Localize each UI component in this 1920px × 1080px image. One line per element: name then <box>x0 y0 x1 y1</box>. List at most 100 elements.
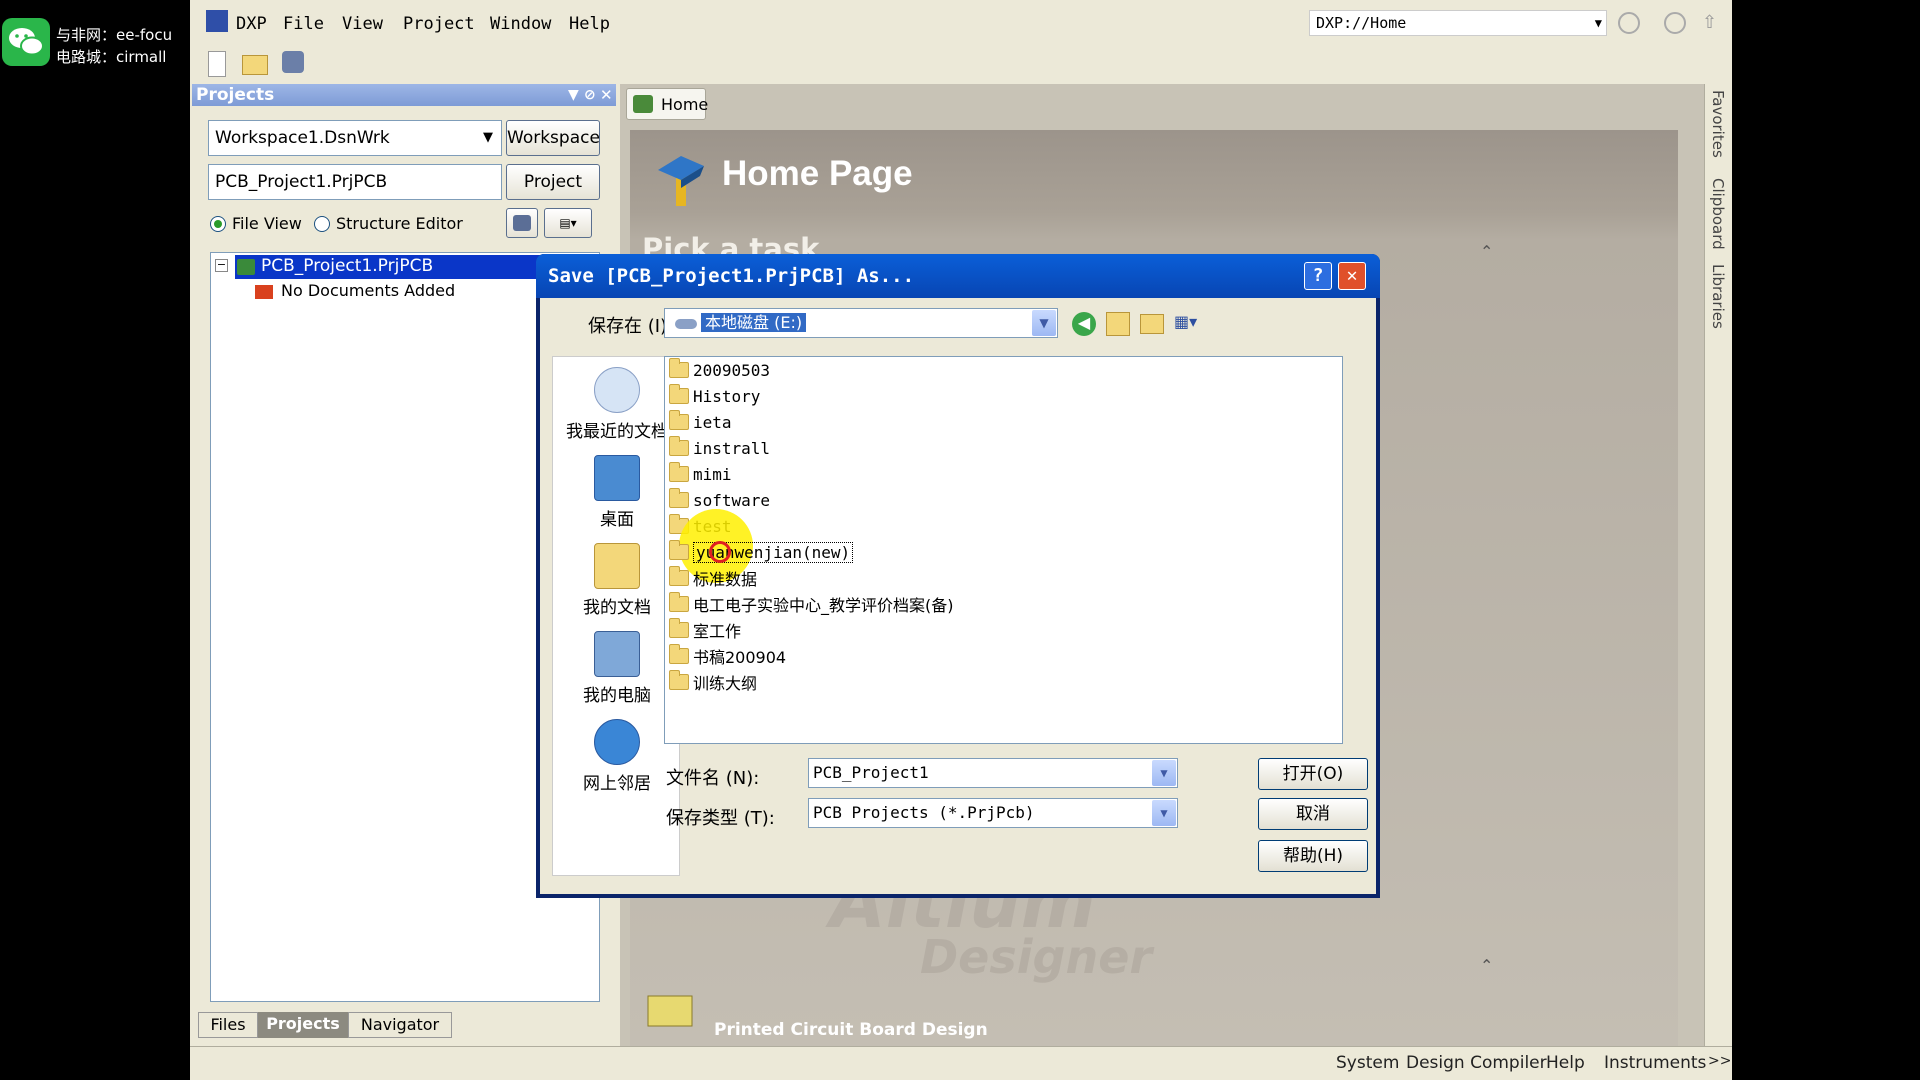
up-folder-icon[interactable] <box>1106 312 1130 336</box>
place-mydocs-label: 我的文档 <box>583 598 651 618</box>
panel-menu-icon[interactable]: ▼ <box>568 84 579 106</box>
my-documents-icon <box>594 543 640 589</box>
list-item[interactable]: 标准数据 <box>669 565 757 591</box>
folder-icon <box>669 540 689 560</box>
structure-editor-radio[interactable] <box>314 216 330 232</box>
tab-navigator[interactable]: Navigator <box>348 1012 452 1038</box>
project-button[interactable]: Project <box>506 164 600 200</box>
pcb-project-icon <box>237 259 255 275</box>
tab-projects[interactable]: Projects <box>258 1012 348 1038</box>
watermark-line1: 与非网：ee-focu <box>56 26 173 44</box>
desktop-icon <box>594 455 640 501</box>
open-button[interactable]: 打开(O) <box>1258 758 1368 790</box>
list-item[interactable]: 20090503 <box>669 357 770 383</box>
cancel-button[interactable]: 取消 <box>1258 798 1368 830</box>
folder-label: instrall <box>693 438 771 458</box>
filename-value: PCB_Project1 <box>813 763 929 782</box>
status-help[interactable]: Help <box>1546 1053 1585 1077</box>
list-item[interactable]: 电工电子实验中心_教学评价档案(备) <box>669 591 954 617</box>
view-menu-icon[interactable]: ▦▾ <box>1174 312 1210 336</box>
structure-editor-label: Structure Editor <box>336 214 463 233</box>
folder-icon <box>669 488 689 508</box>
workspace-select[interactable]: Workspace1.DsnWrk ▼ <box>208 120 502 156</box>
project-field[interactable]: PCB_Project1.PrjPCB <box>208 164 502 200</box>
list-item[interactable]: 训练大纲 <box>669 669 757 695</box>
tab-favorites[interactable]: Favorites <box>1709 90 1727 158</box>
file-view-radio[interactable] <box>210 216 226 232</box>
list-item[interactable]: History <box>669 383 760 409</box>
tree-child-label: No Documents Added <box>281 281 456 300</box>
back-icon[interactable] <box>1618 12 1640 34</box>
folder-icon <box>255 285 273 299</box>
open-folder-icon[interactable] <box>242 55 268 75</box>
back-icon[interactable]: ◀ <box>1072 312 1096 336</box>
collapse-up-icon-2[interactable]: ⌃ <box>1480 956 1493 975</box>
help-button[interactable]: 帮助(H) <box>1258 840 1368 872</box>
collapse-icon[interactable]: − <box>215 259 228 272</box>
filetype-select[interactable]: PCB Projects (*.PrjPcb) ▼ <box>808 798 1178 828</box>
footer-task-label[interactable]: Printed Circuit Board Design <box>714 1020 988 1040</box>
folder-icon <box>669 592 689 612</box>
panel-tool-button-1[interactable] <box>506 208 538 238</box>
collapse-up-icon[interactable]: ⌃ <box>1480 242 1493 261</box>
help-icon[interactable]: ? <box>1304 262 1332 290</box>
list-item[interactable]: instrall <box>669 435 770 461</box>
tab-clipboard[interactable]: Clipboard <box>1709 178 1727 250</box>
status-instruments[interactable]: Instruments <box>1604 1053 1706 1077</box>
home-icon <box>633 95 653 113</box>
folder-icon <box>669 670 689 690</box>
list-item[interactable]: 书稿200904 <box>669 643 786 669</box>
tab-files[interactable]: Files <box>198 1012 258 1038</box>
forward-icon[interactable] <box>1664 12 1686 34</box>
dialog-title: Save [PCB_Project1.PrjPCB] As... <box>548 265 915 287</box>
projects-panel-header: Projects ▼ ⊘ ✕ <box>192 84 616 106</box>
new-folder-icon[interactable] <box>1140 314 1164 334</box>
places-bar: 我最近的文档 桌面 我的文档 我的电脑 网上邻居 <box>552 356 680 876</box>
list-item[interactable]: yuanwenjian(new) <box>669 539 854 565</box>
status-more[interactable]: >> <box>1708 1053 1731 1077</box>
workspace-button[interactable]: Workspace <box>506 120 600 156</box>
status-design-compiler[interactable]: Design Compiler <box>1406 1053 1547 1077</box>
place-my-computer[interactable]: 我的电脑 <box>553 631 681 706</box>
folder-icon <box>669 618 689 638</box>
chevron-down-icon: ▼ <box>483 130 493 145</box>
menu-project[interactable]: Project <box>403 14 475 34</box>
pin-icon[interactable]: ⊘ <box>584 84 596 106</box>
home-page-title: Home Page <box>722 154 913 193</box>
save-in-select[interactable]: 本地磁盘 (E:) ▼ <box>664 308 1058 338</box>
chip-icon[interactable] <box>282 51 304 73</box>
filename-input[interactable]: PCB_Project1 ▼ <box>808 758 1178 788</box>
watermark: 与非网：ee-focu 电路城：cirmall <box>0 14 190 70</box>
status-system[interactable]: System <box>1336 1053 1399 1077</box>
watermark-line2: 电路城：cirmall <box>56 48 167 66</box>
list-item[interactable]: 室工作 <box>669 617 741 643</box>
menu-view[interactable]: View <box>342 14 383 34</box>
place-recent-label: 我最近的文档 <box>566 422 668 442</box>
list-item[interactable]: ieta <box>669 409 732 435</box>
address-text: DXP://Home <box>1316 14 1407 32</box>
dialog-body: 保存在 (I): 本地磁盘 (E:) ▼ ◀ ▦▾ 我最近的文档 桌面 我的文档… <box>540 298 1376 894</box>
place-my-documents[interactable]: 我的文档 <box>553 543 681 618</box>
panel-tool-button-2[interactable]: ▤▾ <box>544 208 592 238</box>
address-input[interactable]: DXP://Home ▼ <box>1309 10 1607 36</box>
new-file-icon[interactable] <box>208 51 226 77</box>
menu-help[interactable]: Help <box>569 14 610 34</box>
chevron-down-icon: ▼ <box>1152 800 1176 826</box>
place-recent[interactable]: 我最近的文档 <box>553 367 681 442</box>
menu-dxp[interactable]: DXP <box>236 14 267 34</box>
tab-home[interactable]: Home <box>626 88 708 120</box>
close-icon[interactable]: ✕ <box>600 84 613 106</box>
place-network[interactable]: 网上邻居 <box>553 719 681 794</box>
pcb-design-icon[interactable] <box>638 990 702 1030</box>
menu-window[interactable]: Window <box>490 14 551 34</box>
close-icon[interactable]: ✕ <box>1338 262 1366 290</box>
folder-label: History <box>693 386 761 406</box>
home-nav-icon[interactable]: ⇧ <box>1702 12 1724 34</box>
place-desktop[interactable]: 桌面 <box>553 455 681 530</box>
list-item[interactable]: mimi <box>669 461 732 487</box>
tab-libraries[interactable]: Libraries <box>1709 264 1727 329</box>
projects-panel-title: Projects <box>196 85 275 105</box>
chevron-down-icon: ▼ <box>1594 16 1602 30</box>
folder-label: 电工电子实验中心_教学评价档案(备) <box>693 596 954 615</box>
menu-file[interactable]: File <box>283 14 324 34</box>
